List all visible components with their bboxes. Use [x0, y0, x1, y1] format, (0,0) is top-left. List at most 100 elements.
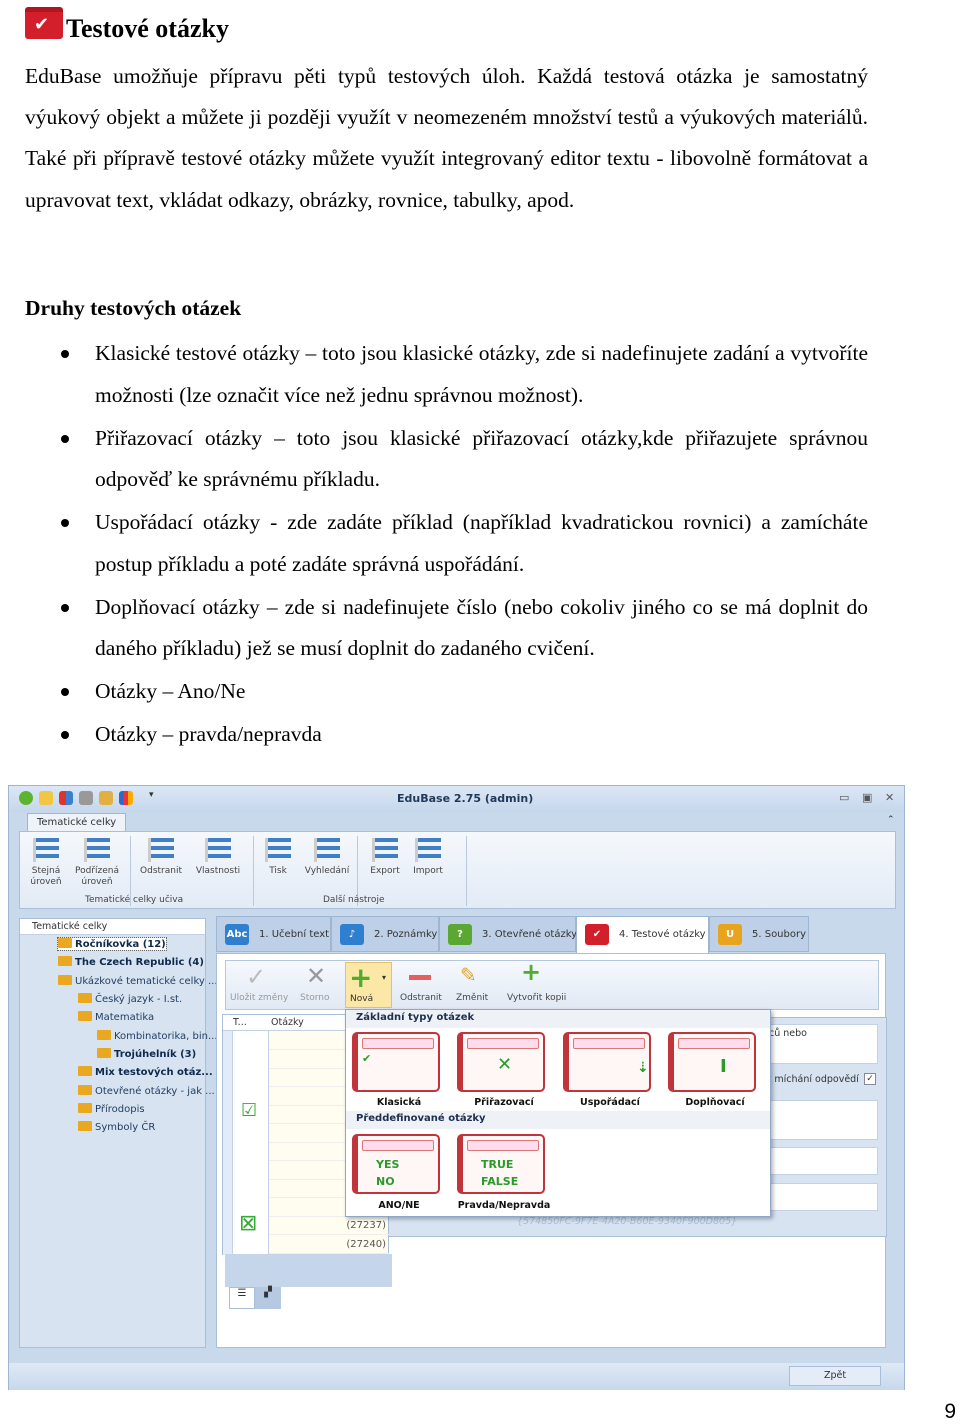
- print-icon[interactable]: [79, 791, 93, 805]
- folder-icon: [97, 1030, 111, 1040]
- cross-icon: ✕: [497, 1054, 513, 1075]
- minus-icon: [409, 975, 431, 980]
- delete-button[interactable]: Odstranit: [136, 838, 186, 877]
- save-changes-button[interactable]: Uložit změny: [230, 993, 288, 1003]
- tree-item[interactable]: Přírodopis: [78, 1103, 145, 1115]
- test-question-icon: ✔: [25, 7, 63, 39]
- folder-icon: [97, 1048, 111, 1058]
- tab-otevrene-otazky[interactable]: ? 3. Otevřené otázky: [439, 916, 577, 952]
- presentation-icon[interactable]: [99, 791, 113, 805]
- menu-item-klasicka[interactable]: ✔: [352, 1032, 440, 1092]
- tree-item[interactable]: Český jazyk - I.st.: [78, 993, 182, 1005]
- classic-type-icon: ☑: [241, 1100, 258, 1121]
- minimize-icon[interactable]: ▭: [839, 791, 849, 804]
- search-button[interactable]: Vyhledání: [302, 838, 352, 877]
- tab-soubory[interactable]: U 5. Soubory: [709, 916, 809, 952]
- column-header-questions[interactable]: Otázky: [271, 1017, 304, 1028]
- new-button[interactable]: + ▾ Nová: [345, 961, 392, 1008]
- app-orb-icon[interactable]: [19, 791, 33, 805]
- folder-icon[interactable]: [39, 791, 53, 805]
- question-text-field[interactable]: ců nebo: [765, 1024, 878, 1064]
- pencil-icon: ✎: [460, 963, 477, 987]
- tree-item[interactable]: Kombinatorika, bin...: [97, 1030, 218, 1042]
- folder-icon: [58, 956, 72, 966]
- arrow-down-icon: ⇣: [637, 1060, 649, 1076]
- app-screenshot: ▾ EduBase 2.75 (admin) ▭ ▣ ✕ Tematické c…: [8, 785, 905, 1390]
- same-level-button[interactable]: Stejná úroveň: [26, 838, 66, 888]
- delete-button[interactable]: Odstranit: [400, 993, 442, 1003]
- cancel-icon: ✕: [306, 962, 327, 990]
- menu-item-prirazovaci[interactable]: ✕: [457, 1032, 545, 1092]
- list-item: Otázky – Ano/Ne: [25, 671, 868, 713]
- tree-item[interactable]: Otevřené otázky - jak ...: [78, 1085, 215, 1097]
- folder-icon: [78, 993, 92, 1003]
- folder-icon: [78, 1066, 92, 1076]
- folder-icon: [78, 1121, 92, 1131]
- tree-item[interactable]: Ročníkovka (12): [57, 937, 167, 951]
- tree-item[interactable]: Symboly ČR: [78, 1121, 155, 1133]
- table-row[interactable]: (27237): [269, 1217, 389, 1235]
- properties-button[interactable]: Vlastnosti: [190, 838, 246, 877]
- customize-icon[interactable]: ▾: [149, 790, 154, 800]
- edit-button[interactable]: Změnit: [456, 993, 488, 1003]
- maximize-icon[interactable]: ▣: [862, 791, 872, 804]
- child-level-button[interactable]: Podřízená úroveň: [72, 838, 122, 888]
- collapse-ribbon-icon[interactable]: ⌃: [887, 815, 895, 825]
- answer-field[interactable]: [765, 1100, 878, 1140]
- export-button[interactable]: Export: [365, 838, 405, 877]
- print-button[interactable]: Tisk: [260, 838, 296, 877]
- open-folder-icon: [415, 838, 441, 862]
- list-item: Otázky – pravda/nepravda: [25, 714, 868, 756]
- back-button[interactable]: Zpět: [789, 1366, 881, 1386]
- save-icon: [372, 838, 398, 862]
- chart-icon[interactable]: [119, 791, 133, 805]
- tree-item[interactable]: Trojúhelník (3): [97, 1048, 196, 1060]
- menu-item-label: Klasická: [376, 1097, 422, 1108]
- tree-item[interactable]: Ukázkové tematické celky ...: [58, 975, 218, 987]
- delete-node-icon: [148, 838, 174, 862]
- tab-poznamky[interactable]: ♪ 2. Poznámky: [331, 916, 439, 952]
- tree-view-tab[interactable]: ▞: [255, 1287, 281, 1309]
- page-title: Testové otázky: [66, 14, 229, 43]
- shuffle-checkbox[interactable]: ✓: [864, 1073, 876, 1085]
- column-header-type[interactable]: T...: [233, 1017, 247, 1028]
- close-icon[interactable]: ✕: [885, 791, 894, 804]
- tree-item[interactable]: Mix testových otáz...: [78, 1066, 213, 1078]
- test-questions-panel: ců nebo it míchání odpovědí ✓ {574850FC-…: [216, 953, 887, 1348]
- ribbon: Stejná úroveň Podřízená úroveň Odstranit…: [19, 831, 896, 909]
- menu-item-doplnovaci[interactable]: I: [668, 1032, 756, 1092]
- tree-item[interactable]: The Czech Republic (4): [58, 956, 204, 968]
- ribbon-tab-tematicke-celky[interactable]: Tematické celky: [27, 813, 127, 831]
- topic-tree[interactable]: Tematické celky Ročníkovka (12) The Czec…: [19, 918, 218, 1348]
- add-node-icon: [33, 838, 59, 862]
- copy-plus-icon: +: [521, 958, 542, 986]
- check-icon: ✔: [362, 1052, 372, 1065]
- plus-icon: +: [349, 961, 373, 994]
- question-toolbar: ✓ Uložit změny ✕ Storno + ▾ Nová Odstran…: [225, 958, 879, 1010]
- menu-item-usporadaci[interactable]: ⇣: [563, 1032, 651, 1092]
- matching-type-icon: ⊠: [239, 1211, 258, 1236]
- print-icon: [265, 838, 291, 862]
- menu-item-label: Uspořádací: [580, 1097, 640, 1108]
- answer-field[interactable]: [765, 1183, 878, 1211]
- text-cursor-icon: I: [720, 1056, 727, 1077]
- list-view-tab[interactable]: ☰: [229, 1287, 255, 1309]
- import-button[interactable]: Import: [408, 838, 448, 877]
- menu-item-label: ANO/NE: [378, 1200, 420, 1211]
- table-row[interactable]: (27240): [269, 1236, 389, 1254]
- tree-header[interactable]: Tematické celky: [20, 919, 205, 935]
- ribbon-group-label: Další nástroje: [323, 895, 385, 905]
- tree-item[interactable]: Matematika: [78, 1011, 154, 1023]
- binoculars-icon: [314, 838, 340, 862]
- menu-item-pravda-nepravda[interactable]: TRUE FALSE: [457, 1134, 545, 1194]
- modules-icon[interactable]: [59, 791, 73, 805]
- create-copy-button[interactable]: Vytvořit kopii: [507, 993, 566, 1003]
- new-question-dropdown: Základní typy otázek ✔ ✕ ⇣ I Klasická Př…: [345, 1009, 771, 1217]
- list-item: Přiřazovací otázky – toto jsou klasické …: [25, 418, 868, 501]
- tab-testove-otazky[interactable]: ✔ 4. Testové otázky: [576, 916, 709, 954]
- window-title: EduBase 2.75 (admin): [397, 792, 534, 805]
- tab-ucebni-text[interactable]: Abc 1. Učební text: [216, 916, 331, 952]
- menu-item-ano-ne[interactable]: YES NO: [352, 1134, 440, 1194]
- cancel-button[interactable]: Storno: [300, 993, 330, 1003]
- answer-field[interactable]: [765, 1147, 878, 1175]
